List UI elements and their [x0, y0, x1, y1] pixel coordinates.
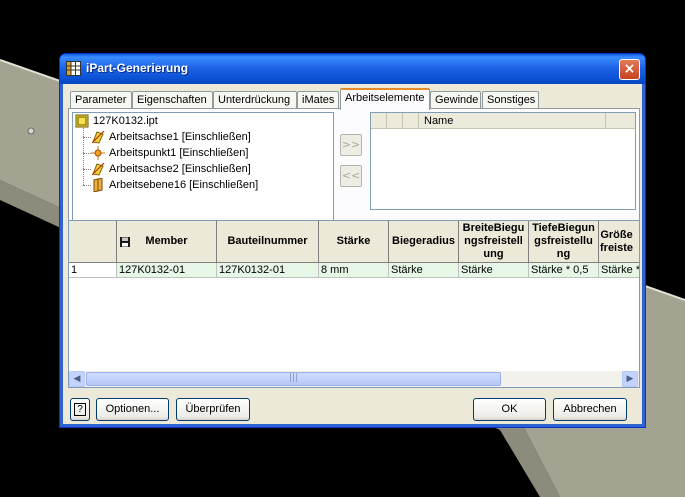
- tab-gewinde[interactable]: Gewinde: [430, 91, 481, 109]
- work-axis-icon: [91, 162, 105, 176]
- list-column-handle[interactable]: [371, 113, 387, 129]
- scrollbar-thumb[interactable]: |||: [86, 372, 501, 386]
- verify-button[interactable]: Überprüfen: [176, 398, 250, 421]
- grid-header-staerke[interactable]: Stärke: [319, 221, 389, 263]
- scroll-right-button[interactable]: ▶: [622, 371, 638, 387]
- cell-staerke[interactable]: 8 mm: [319, 263, 389, 278]
- cell-tiefe-biegungsfreistellung[interactable]: Stärke * 0,5: [529, 263, 599, 278]
- ipart-generation-dialog: iPart-Generierung × Parameter Eigenschaf…: [59, 53, 646, 428]
- add-selected-button[interactable]: >>: [340, 134, 362, 156]
- table-row[interactable]: 1 127K0132-01 127K0132-01 8 mm Stärke St…: [69, 263, 639, 278]
- help-icon: ?: [74, 403, 86, 416]
- save-icon: [120, 237, 130, 247]
- tree-connector: [83, 153, 91, 154]
- grid-header-groesse-freistellung[interactable]: Größe freiste: [599, 221, 639, 263]
- selected-features-list[interactable]: Name: [370, 112, 636, 210]
- hole-marker: [27, 127, 35, 135]
- tab-sonstiges[interactable]: Sonstiges: [482, 91, 539, 109]
- list-header: Name: [371, 113, 635, 129]
- work-point-icon: [91, 146, 105, 160]
- ipart-table-grid[interactable]: Member Bauteilnummer Stärke Biegeradius …: [68, 220, 640, 388]
- tree-item-label: Arbeitsebene16 [Einschließen]: [109, 179, 259, 191]
- tree-root-label: 127K0132.ipt: [93, 115, 158, 127]
- grid-header-biegeradius[interactable]: Biegeradius: [389, 221, 459, 263]
- help-button[interactable]: ?: [70, 398, 90, 421]
- list-column-handle[interactable]: [403, 113, 419, 129]
- horizontal-scrollbar[interactable]: ◀ ||| ▶: [69, 371, 639, 387]
- tab-unterdrueckung[interactable]: Unterdrückung: [213, 91, 297, 109]
- grid-header-member[interactable]: Member: [117, 221, 217, 263]
- grid-corner-cell[interactable]: [69, 221, 117, 263]
- part-file-icon: [75, 114, 89, 128]
- header-label: Member: [145, 235, 188, 247]
- ipart-table-icon: [66, 61, 81, 76]
- chevron-right-icon: ▶: [626, 374, 634, 384]
- grid-header-breite-biegungsfreistellung[interactable]: BreiteBiegu ngsfreistell ung: [459, 221, 529, 263]
- tree-item-label: Arbeitsachse2 [Einschließen]: [109, 163, 251, 175]
- tree-item-label: Arbeitsachse1 [Einschließen]: [109, 131, 251, 143]
- close-icon: ×: [623, 61, 636, 77]
- grid-header-bauteilnummer[interactable]: Bauteilnummer: [217, 221, 319, 263]
- remove-selected-button[interactable]: <<: [340, 165, 362, 187]
- scroll-left-button[interactable]: ◀: [69, 371, 85, 387]
- cell-groesse-freistellung[interactable]: Stärke *: [599, 263, 639, 278]
- tab-imates[interactable]: iMates: [297, 91, 339, 109]
- scroll-grip-icon: |||: [288, 373, 299, 383]
- work-features-tree[interactable]: 127K0132.ipt Arbeitsachse1 [Einschließen…: [72, 112, 334, 236]
- ok-button[interactable]: OK: [473, 398, 546, 421]
- chevron-left-icon: ◀: [73, 374, 81, 384]
- list-column-handle[interactable]: [387, 113, 403, 129]
- title-bar[interactable]: iPart-Generierung ×: [60, 54, 645, 84]
- tab-arbeitselemente[interactable]: Arbeitselemente: [340, 88, 430, 110]
- grid-header-tiefe-biegungsfreistellung[interactable]: TiefeBiegun gsfreistellu ng: [529, 221, 599, 263]
- cell-breite-biegungsfreistellung[interactable]: Stärke: [459, 263, 529, 278]
- close-button[interactable]: ×: [619, 59, 640, 80]
- dialog-client-area: Parameter Eigenschaften Unterdrückung iM…: [64, 84, 641, 423]
- tree-connector: [83, 169, 91, 170]
- tree-item-label: Arbeitspunkt1 [Einschließen]: [109, 147, 249, 159]
- cancel-button[interactable]: Abbrechen: [553, 398, 627, 421]
- list-column-name[interactable]: Name: [419, 113, 606, 129]
- cell-member[interactable]: 127K0132-01: [117, 263, 217, 278]
- tree-connector: [83, 185, 91, 186]
- work-plane-icon: [93, 178, 103, 192]
- grid-header-row: Member Bauteilnummer Stärke Biegeradius …: [69, 221, 639, 263]
- tab-parameter[interactable]: Parameter: [70, 91, 132, 109]
- row-number[interactable]: 1: [69, 263, 117, 278]
- cell-biegeradius[interactable]: Stärke: [389, 263, 459, 278]
- tab-eigenschaften[interactable]: Eigenschaften: [132, 91, 213, 109]
- options-button[interactable]: Optionen...: [96, 398, 169, 421]
- cell-bauteilnummer[interactable]: 127K0132-01: [217, 263, 319, 278]
- window-title: iPart-Generierung: [86, 61, 189, 75]
- tree-connector: [83, 137, 91, 138]
- work-axis-icon: [91, 130, 105, 144]
